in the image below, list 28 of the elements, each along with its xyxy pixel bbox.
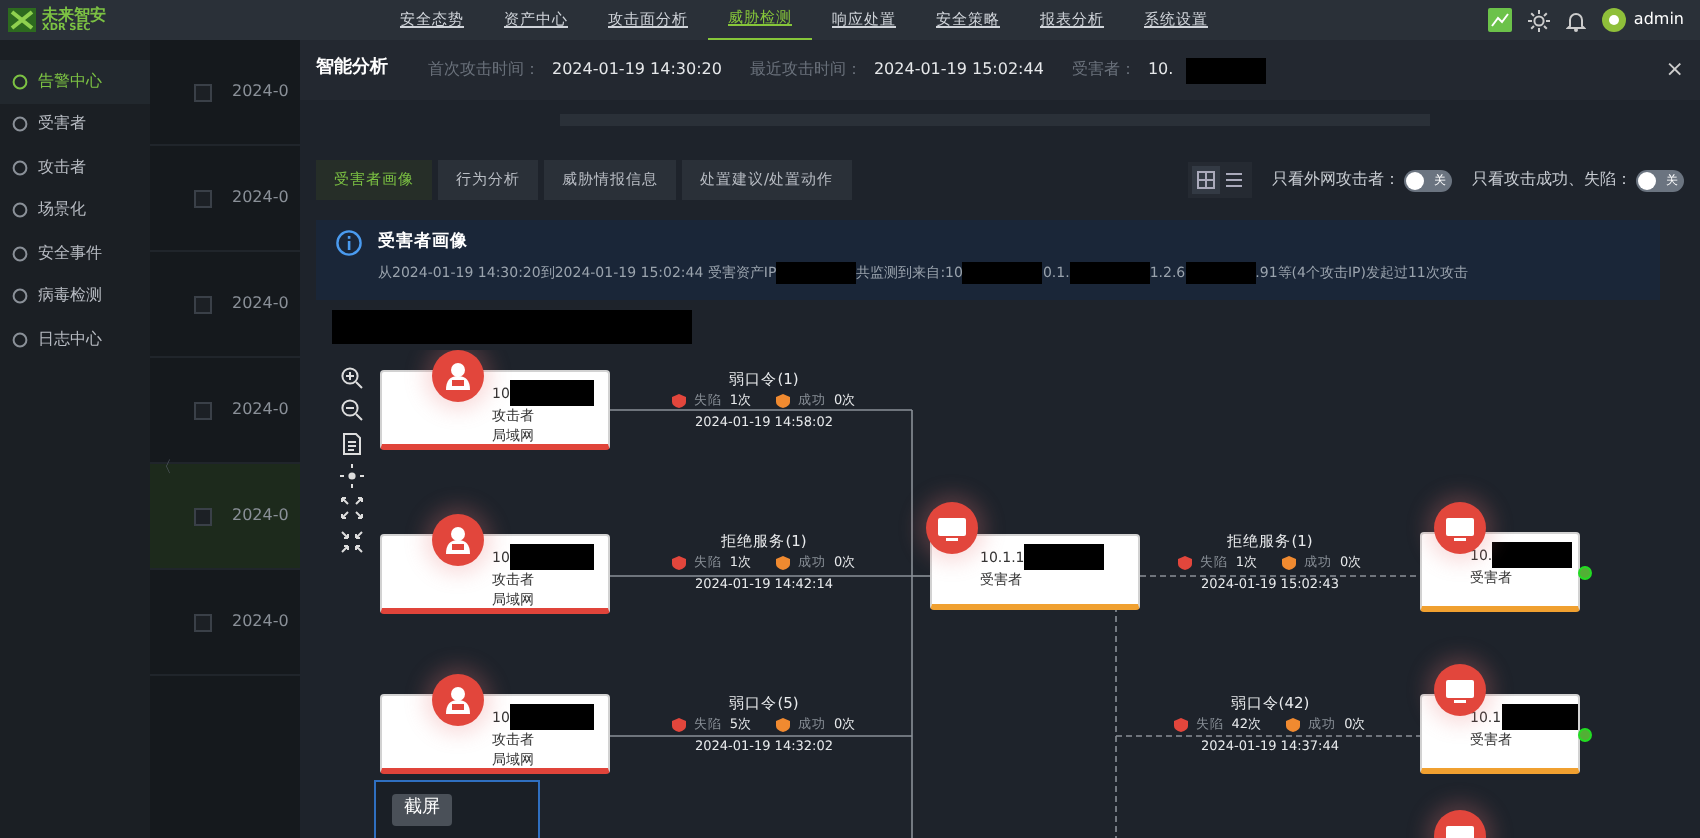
sidebar-item[interactable]: 安全事件 [0,232,150,275]
sidebar-item[interactable]: 受害者 [0,103,150,146]
sidebar-item[interactable]: 场景化 [0,189,150,232]
field-label: 受害者： [1071,58,1136,82]
date-text: 2024-0 [232,186,289,210]
drawer-title: 智能分析 [316,56,388,83]
date-text: 2024-0 [232,398,289,422]
sidebar-item[interactable]: 病毒检测 [0,275,150,318]
date-text: 2024-0 [232,292,289,316]
field-value: 2024-01-19 14:30:20 [552,58,722,82]
field-value: 10. [1147,58,1174,82]
close-button[interactable]: × [1665,53,1684,87]
date-text: 2024-0 [232,610,289,634]
filter-label: 只看外网攻击者： [1272,168,1400,192]
date-text: 2024-0 [232,504,289,528]
field-label: 最近攻击时间： [749,58,862,82]
info-title: 受害者画像 [378,230,470,256]
date-text: 2024-0 [232,80,289,104]
field-value: 2024-01-19 15:02:44 [873,58,1044,82]
logo-text: 未来智安 [42,7,106,23]
sidebar-item[interactable]: 攻击者 [0,146,150,189]
field-label: 首次攻击时间： [428,58,540,82]
sidebar-item[interactable]: 告警中心 [0,60,150,103]
user-name[interactable]: admin [1633,8,1684,32]
minimap[interactable]: 截屏 [374,780,540,838]
filter-label: 只看攻击成功、失陷： [1472,168,1632,192]
screenshot-label: 截屏 [392,794,452,825]
sidebar-item[interactable]: 日志中心 [0,318,150,361]
